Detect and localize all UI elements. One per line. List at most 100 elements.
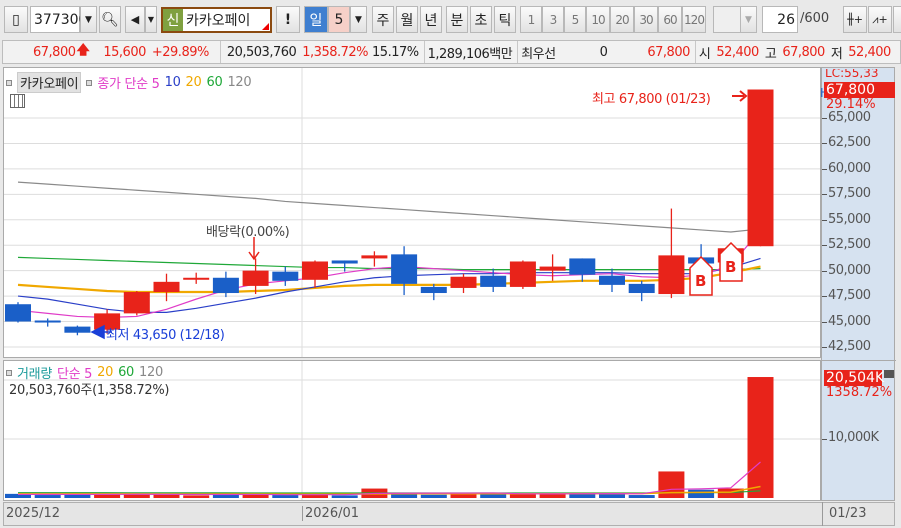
current-volume-tag: 20,504K: [824, 370, 885, 386]
volume-tick-label: 10,000K: [828, 430, 879, 445]
minute-option-20[interactable]: 20: [610, 6, 634, 33]
price-tick-label: 60,000: [828, 160, 871, 176]
volume-bar: [272, 495, 299, 498]
interval-dropdown-button[interactable]: ▼: [740, 6, 757, 33]
candle-body: [153, 281, 180, 293]
minute-option-30[interactable]: 30: [634, 6, 658, 33]
tab-year[interactable]: 년: [420, 6, 442, 33]
low-price: 52,400: [848, 44, 891, 60]
turnover: 15.17%: [372, 44, 419, 60]
candle-body: [5, 304, 31, 322]
price-change-pct: +29.89%: [151, 44, 209, 60]
quote-info-bar: 67,800 🡅 15,600 +29.89% 20,503,760 1,358…: [2, 40, 901, 64]
candle-body: [183, 277, 210, 280]
open-label: 시: [698, 46, 711, 62]
up-arrow-icon: 🡅: [76, 43, 90, 58]
legend-ma20[interactable]: 20: [186, 75, 202, 90]
price-tick-label: 52,500: [828, 237, 871, 253]
volume-bar: [569, 493, 596, 498]
candle-body: [569, 258, 596, 275]
candle-body: [420, 286, 447, 294]
legend-ma120[interactable]: 120: [227, 75, 251, 90]
legend-marker-icon: [6, 79, 12, 86]
candle-body: [123, 292, 150, 314]
volume-summary: 20,503,760주(1,358.72%): [9, 383, 170, 398]
code-dropdown-button[interactable]: ▼: [80, 6, 97, 33]
legend-ma10[interactable]: 10: [165, 75, 181, 90]
price-tick-label: 65,000: [828, 110, 871, 125]
buy-signal-marker[interactable]: B: [719, 241, 743, 282]
add-line-icon[interactable]: ⩘+: [868, 6, 892, 33]
tab-day[interactable]: 일: [304, 6, 328, 33]
count-max: /600: [800, 11, 830, 26]
minute-option-10[interactable]: 10: [586, 6, 610, 33]
minimize-icon[interactable]: [884, 370, 894, 378]
minute-option-120[interactable]: 120: [682, 6, 706, 33]
legend-ma5[interactable]: 종가 단순 5: [97, 73, 160, 92]
vol-ma5-line: [17, 461, 761, 496]
buy-signal-marker[interactable]: B: [689, 255, 713, 296]
tab-second[interactable]: 초: [470, 6, 492, 33]
price-axis[interactable]: LC:55,33 H 67,800 29.14% 65,00062,50060,…: [820, 67, 896, 501]
stock-name: 카카오페이: [186, 13, 251, 29]
legend-stock-name[interactable]: 카카오페이: [17, 72, 82, 93]
minute-option-5[interactable]: 5: [564, 6, 586, 33]
search-icon[interactable]: 🔍︎: [99, 6, 121, 33]
price-chart[interactable]: 카카오페이 종가 단순 5 10 20 60 120 최고 67,800 (01…: [3, 67, 821, 358]
open-price: 52,400: [716, 44, 759, 60]
minute-option-60[interactable]: 60: [658, 6, 682, 33]
volume-chart[interactable]: 거래량 단순 5 20 60 120 20,503,760주(1,358.72%…: [3, 360, 821, 501]
current-price: 67,800: [33, 44, 76, 60]
date-axis: 2025/12 2026/01 01/23: [3, 502, 895, 526]
candle-body: [450, 276, 477, 288]
stock-code-input[interactable]: 377300: [30, 6, 87, 33]
alert-button[interactable]: !: [276, 6, 300, 33]
tab-minute[interactable]: 분: [446, 6, 468, 33]
price-change: 15,600: [103, 44, 146, 60]
date-label: 2026/01: [302, 506, 359, 521]
price-legend: 카카오페이 종가 단순 5 10 20 60 120: [6, 72, 252, 93]
buy-signal-label: B: [695, 272, 707, 290]
ex-dividend-annotation: 배당락(0.00%): [206, 225, 290, 240]
tab-week[interactable]: 주: [372, 6, 394, 33]
corner-triangle-icon: [262, 23, 269, 30]
credit-badge: 신: [163, 9, 183, 31]
stock-name-field[interactable]: 신 카카오페이: [161, 7, 272, 33]
price-tick-label: 55,000: [828, 211, 871, 227]
price-tick-label: 62,500: [828, 135, 871, 151]
legend-vol-ma60[interactable]: 60: [118, 365, 134, 380]
current-price-tag: 67,800: [824, 82, 895, 98]
volume-bar: [420, 494, 447, 498]
price-tick-label: 50,000: [828, 262, 871, 278]
candle-body: [331, 260, 358, 264]
speaker-dropdown-button[interactable]: ▼: [145, 6, 157, 33]
best-bid-label: 최우선: [521, 46, 556, 62]
volume-bar: [658, 471, 685, 498]
candle-body: [509, 261, 536, 287]
calculator-icon[interactable]: [10, 94, 25, 108]
legend-vol-ma120[interactable]: 120: [139, 365, 163, 380]
low-label: 저: [830, 46, 843, 62]
price-tick-label: 42,500: [828, 338, 871, 354]
layout-icon[interactable]: ▯: [4, 6, 28, 33]
panel-icon[interactable]: [893, 6, 901, 33]
speaker-icon[interactable]: ◀: [125, 6, 145, 33]
candle-body: [480, 275, 507, 287]
best-price: 67,800: [647, 44, 690, 60]
legend-ma60[interactable]: 60: [207, 75, 223, 90]
volume-bar: [628, 495, 655, 498]
count-input[interactable]: 26: [762, 6, 798, 33]
best-qty: 0: [599, 44, 608, 60]
period-count[interactable]: 5: [328, 6, 350, 33]
tab-tick[interactable]: 틱: [494, 6, 516, 33]
volume-bar: [688, 489, 715, 498]
add-candle-icon[interactable]: ╫+: [843, 6, 867, 33]
candle-body: [242, 270, 269, 286]
minute-option-1[interactable]: 1: [520, 6, 542, 33]
period-dropdown-button[interactable]: ▼: [350, 6, 367, 33]
tab-month[interactable]: 월: [396, 6, 418, 33]
candle-body: [212, 277, 239, 294]
candle-body: [539, 266, 566, 271]
legend-vol-ma20[interactable]: 20: [97, 365, 113, 380]
minute-option-3[interactable]: 3: [542, 6, 564, 33]
